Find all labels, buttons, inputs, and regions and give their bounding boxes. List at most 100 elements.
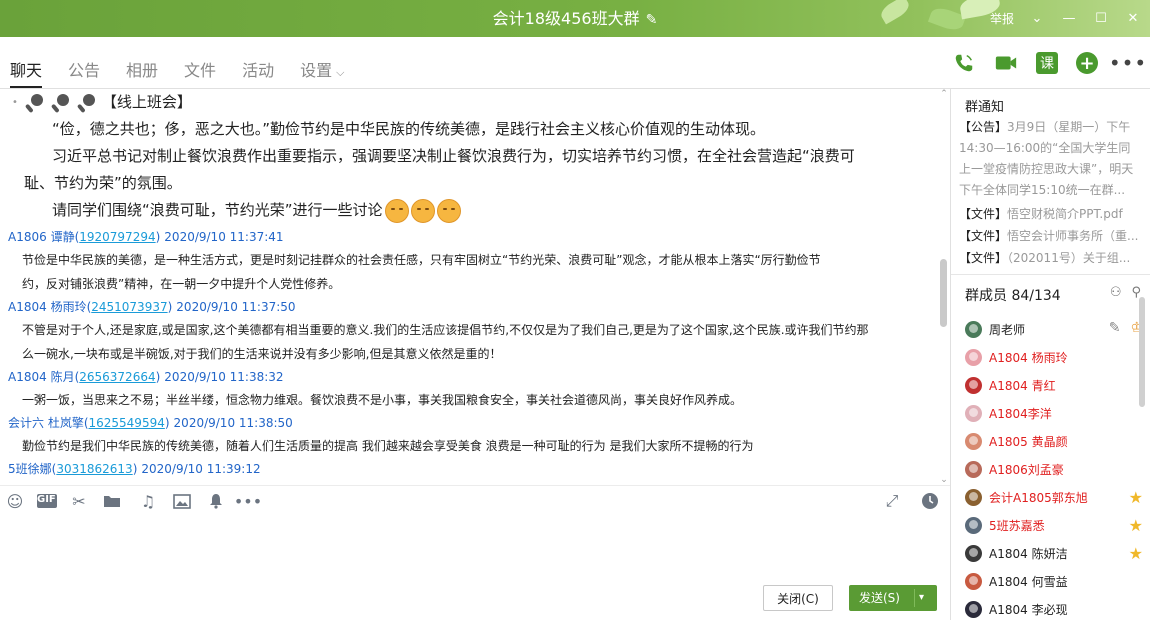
more-icon[interactable]: ••• xyxy=(1109,51,1146,75)
group-notice[interactable]: 【公告】3月9日（星期一）下午14:30—16:00的“全国大学生同上一堂疫情防… xyxy=(959,117,1139,201)
member-item[interactable]: A1804 青红 xyxy=(965,373,1143,397)
folder-icon[interactable] xyxy=(101,490,123,512)
emoji-icon[interactable]: ☺ xyxy=(4,490,26,512)
announcement-head: 【线上班会】 xyxy=(101,93,192,111)
qq-link[interactable]: 1920797294 xyxy=(79,230,155,244)
message-time: 2020/9/10 11:38:32 xyxy=(164,370,284,384)
message-input[interactable] xyxy=(10,522,940,574)
tab-settings[interactable]: 设置 ⌵ xyxy=(300,57,344,87)
member-item[interactable]: A1804李洋 xyxy=(965,401,1143,425)
microphone-icon xyxy=(50,92,72,114)
phone-call-icon[interactable] xyxy=(952,51,976,75)
message-time: 2020/9/10 11:39:12 xyxy=(141,462,261,476)
chevron-down-icon[interactable]: ⌄ xyxy=(1028,10,1046,28)
emoji-face-icon xyxy=(410,198,435,223)
member-item[interactable]: A1804 李必现 xyxy=(965,597,1143,620)
file-item[interactable]: 【文件】悟空财税简介PPT.pdf xyxy=(959,203,1143,225)
title-bar: 会计18级456班大群 ✎ 举报 ⌄ — ☐ ✕ xyxy=(0,0,1150,37)
chat-scrollbar[interactable]: ⌃ ⌄ xyxy=(938,89,950,485)
member-item[interactable]: A1806刘孟豪 xyxy=(965,457,1143,481)
close-button[interactable]: 关闭(C) xyxy=(763,585,833,611)
star-icon: ★ xyxy=(1128,516,1143,535)
message-text: 一粥一饭，当思来之不易；半丝半缕，恒念物力维艰。餐饮浪费不是小事，事关我国粮食安… xyxy=(22,393,743,407)
edit-icon[interactable]: ✎ xyxy=(1109,320,1121,336)
member-name: A1804 杨雨玲 xyxy=(989,350,1068,365)
avatar xyxy=(965,516,982,534)
music-icon[interactable]: ♫ xyxy=(137,490,159,512)
bullet-icon: • xyxy=(12,97,18,108)
message-sender: A1806 谭静(1920797294) 2020/9/10 11:37:41 xyxy=(8,230,284,244)
maximize-button[interactable]: ☐ xyxy=(1092,10,1110,28)
avatar xyxy=(965,572,982,590)
qq-link[interactable]: 2451073937 xyxy=(91,300,167,314)
member-scrollbar-thumb[interactable] xyxy=(1139,297,1145,407)
bell-icon[interactable] xyxy=(205,490,227,512)
avatar xyxy=(965,600,982,618)
tab-album[interactable]: 相册 xyxy=(126,57,158,87)
member-name: A1804 青红 xyxy=(989,378,1056,393)
history-clock-icon[interactable] xyxy=(919,490,941,512)
chevron-down-icon[interactable]: ▾ xyxy=(919,585,924,611)
file-item[interactable]: 【文件】悟空会计师事务所（重... xyxy=(959,225,1143,247)
scroll-down-icon[interactable]: ⌄ xyxy=(938,475,950,485)
tab-announcement[interactable]: 公告 xyxy=(68,57,100,87)
expand-icon[interactable]: ⤢ xyxy=(881,490,903,512)
minimize-button[interactable]: — xyxy=(1060,10,1078,28)
video-call-icon[interactable] xyxy=(994,51,1018,75)
qq-link[interactable]: 1625549594 xyxy=(89,416,165,430)
emoji-face-icon xyxy=(436,198,461,223)
edit-name-icon[interactable]: ✎ xyxy=(646,2,658,39)
message-text: 节俭是中华民族的美德，是一种生活方式，更是时刻记挂群众的社会责任感，只有牢固树立… xyxy=(22,253,821,267)
lesson-button[interactable]: 课 xyxy=(1036,52,1058,74)
file-list: 【文件】悟空财税简介PPT.pdf 【文件】悟空会计师事务所（重... 【文件】… xyxy=(959,203,1143,269)
more-tools-icon[interactable]: ••• xyxy=(234,490,262,512)
member-item[interactable]: 周老师 ✎ ♔ xyxy=(965,317,1143,341)
add-icon[interactable]: + xyxy=(1076,52,1098,74)
close-window-button[interactable]: ✕ xyxy=(1124,10,1142,28)
image-icon[interactable] xyxy=(171,490,193,512)
star-icon: ★ xyxy=(1128,544,1143,563)
member-item[interactable]: A1804 何雪益 xyxy=(965,569,1143,593)
chevron-down-icon: ⌵ xyxy=(336,66,345,79)
message-item: 会计六 杜岚擎(1625549594) 2020/9/10 11:38:50 勤俭… xyxy=(8,412,938,458)
tab-chat[interactable]: 聊天 xyxy=(10,57,43,88)
avatar xyxy=(965,320,982,338)
message-sender: 会计六 杜岚擎(1625549594) 2020/9/10 11:38:50 xyxy=(8,416,293,430)
microphone-icon xyxy=(76,92,98,114)
group-notice-title: 群通知 xyxy=(965,100,1005,115)
message-text: 么一碗水,一块布或是半碗饭,对于我们的生活来说并没有多少影响,但是其意义依然是重… xyxy=(22,347,502,361)
message-text: 勤俭节约是我们中华民族的传统美德，随着人们生活质量的提高 我们越来越会享受美食 … xyxy=(22,439,754,453)
member-item[interactable]: A1804 陈妍洁 ★ xyxy=(965,541,1143,565)
member-search-user-icon[interactable]: ⚇ xyxy=(1110,285,1122,300)
report-link[interactable]: 举报 xyxy=(990,10,1014,27)
message-text: 不管是对于个人,还是家庭,或是国家,这个美德都有相当重要的意义.我们的生活应该提… xyxy=(22,323,869,337)
tab-activity[interactable]: 活动 xyxy=(242,57,274,87)
qq-link[interactable]: 3031862613 xyxy=(56,462,132,476)
announcement-line: 请同学们围绕“浪费可耻，节约光荣”进行一些讨论 xyxy=(52,201,383,219)
member-item[interactable]: 5班苏嘉悉 ★ xyxy=(965,513,1143,537)
file-item[interactable]: 【文件】（202011号）关于组... xyxy=(959,247,1143,269)
emoji-face-icon xyxy=(384,198,409,223)
tab-files[interactable]: 文件 xyxy=(184,57,216,87)
divider xyxy=(0,485,950,486)
avatar xyxy=(965,544,982,562)
members-title: 群成员 84/134 xyxy=(965,288,1061,304)
scrollbar-thumb[interactable] xyxy=(940,259,947,327)
announcement-line: “俭，德之共也；侈，恶之大也。”勤俭节约是中华民族的传统美德，是践行社会主义核心… xyxy=(52,120,766,138)
message-sender: A1804 陈月(2656372664) 2020/9/10 11:38:32 xyxy=(8,370,284,384)
chat-message-area[interactable]: • 【线上班会】 “俭，德之共也；侈，恶之大也。”勤俭节约是中华民族的传统美德，… xyxy=(0,89,950,485)
scissors-icon[interactable]: ✂ xyxy=(68,490,90,512)
member-name: A1804 陈妍洁 xyxy=(989,546,1068,561)
divider xyxy=(914,589,915,607)
announcement-line: 耻、节约为荣”的氛围。 xyxy=(24,174,182,192)
member-item[interactable]: 会计A1805郭东旭 ★ xyxy=(965,485,1143,509)
message-item: A1806 谭静(1920797294) 2020/9/10 11:37:41 节… xyxy=(8,226,938,296)
member-item[interactable]: A1804 杨雨玲 xyxy=(965,345,1143,369)
message-text: 约，反对铺张浪费”精神，在一朝一夕中提升个人党性修养。 xyxy=(22,277,341,291)
send-button[interactable]: 发送(S) ▾ xyxy=(849,585,937,611)
gif-icon[interactable]: GIF xyxy=(36,490,58,512)
qq-link[interactable]: 2656372664 xyxy=(79,370,155,384)
avatar xyxy=(965,432,982,450)
member-item[interactable]: A1805 黄晶颜 xyxy=(965,429,1143,453)
scroll-up-icon[interactable]: ⌃ xyxy=(938,89,950,99)
